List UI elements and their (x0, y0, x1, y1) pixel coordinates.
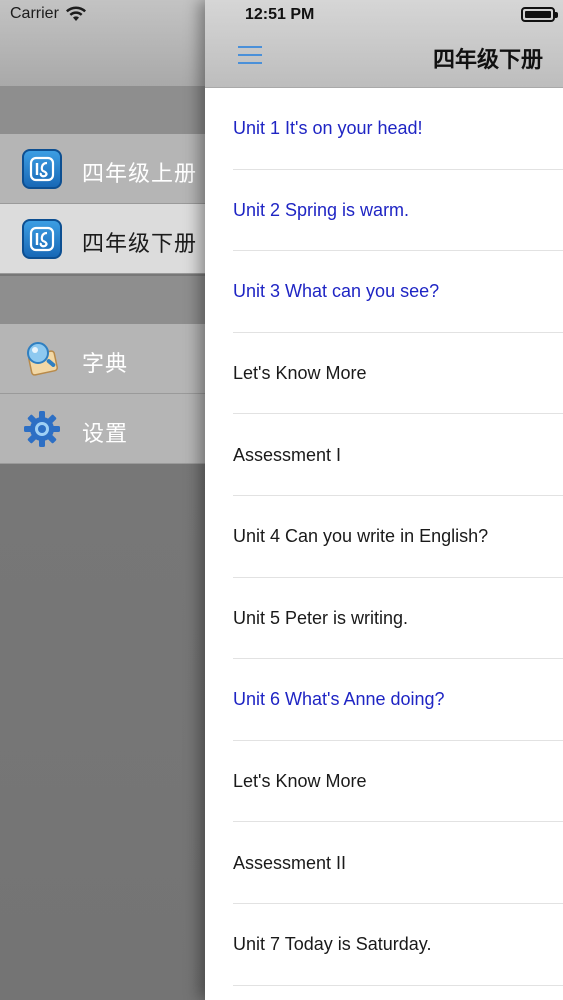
sidebar-item-label: 四年级下册 (82, 232, 198, 257)
list-item[interactable]: Unit 3 What can you see? (205, 251, 563, 333)
navigation-bar: 12:51 PM 四年级下册 (205, 0, 563, 88)
lesson-label: Unit 3 What can you see? (233, 281, 440, 302)
hamburger-menu-icon[interactable] (238, 44, 262, 66)
list-item[interactable]: Unit 6 What's Anne doing? (205, 659, 563, 741)
lesson-label: Unit 5 Peter is writing. (233, 607, 409, 628)
lesson-label: Unit 6 What's Anne doing? (233, 689, 445, 710)
lesson-label: Unit 2 Spring is warm. (233, 199, 410, 220)
carrier-indicator: Carrier (10, 5, 87, 23)
list-item[interactable]: Unit 5 Peter is writing. (205, 578, 563, 660)
lesson-label: Assessment I (233, 444, 342, 465)
sidebar-item-label: 四年级上册 (82, 162, 198, 187)
sidebar-item-label: 字典 (82, 352, 129, 377)
list-item[interactable]: Unit 7 Today is Saturday. (205, 904, 563, 986)
list-item[interactable]: Assessment II (205, 822, 563, 904)
dictionary-icon (22, 339, 62, 379)
list-item[interactable]: Let's Know More (205, 741, 563, 823)
lesson-label: Let's Know More (233, 771, 367, 792)
list-item[interactable]: Assessment I (205, 414, 563, 496)
list-item[interactable]: Let's Know More (205, 333, 563, 415)
lesson-label: Unit 1 It's on your head! (233, 118, 423, 139)
book-app-icon (22, 219, 62, 259)
list-item[interactable]: Unit 1 It's on your head! (205, 88, 563, 170)
main-panel: 12:51 PM 四年级下册 Unit 1 It's on your head!… (205, 0, 563, 1000)
lesson-label: Assessment II (233, 852, 347, 873)
page-title: 四年级下册 (432, 48, 543, 73)
status-time: 12:51 PM (245, 6, 315, 23)
lesson-list: Unit 1 It's on your head! Unit 2 Spring … (205, 88, 563, 986)
list-item[interactable]: Unit 2 Spring is warm. (205, 170, 563, 252)
gear-icon (22, 409, 62, 449)
carrier-label: Carrier (10, 5, 59, 22)
book-app-icon (22, 149, 62, 189)
list-item[interactable]: Unit 4 Can you write in English? (205, 496, 563, 578)
battery-icon (521, 7, 558, 22)
lesson-label: Let's Know More (233, 363, 367, 384)
lesson-label: Unit 4 Can you write in English? (233, 526, 489, 547)
sidebar-item-label: 设置 (82, 422, 129, 447)
wifi-icon (65, 6, 86, 21)
lesson-label: Unit 7 Today is Saturday. (233, 934, 432, 955)
